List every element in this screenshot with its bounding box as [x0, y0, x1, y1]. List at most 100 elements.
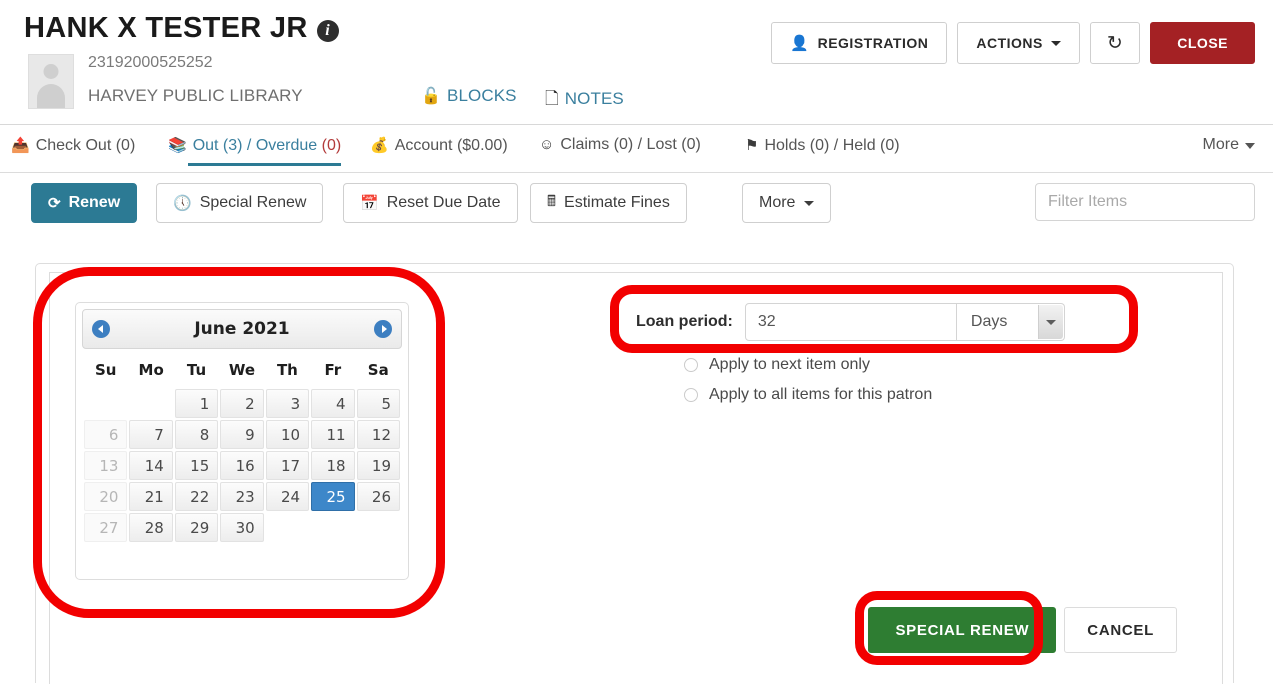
face-icon: ☺ [539, 136, 555, 153]
datepicker-day-selected[interactable]: 25 [311, 482, 355, 511]
datepicker-cell: 5 [356, 389, 400, 418]
tabbar-divider [0, 172, 1273, 173]
datepicker-day[interactable]: 28 [129, 513, 173, 542]
tab-bar: 📤 Check Out (0) 📚 Out (3) / Overdue (0) 💰 A… [0, 125, 1273, 173]
patron-library: HARVEY PUBLIC LIBRARY [88, 86, 303, 105]
tab-check-out-label: Check Out (0) [35, 137, 136, 154]
tab-out-overdue[interactable]: 📚 Out (3) / Overdue (0) [168, 136, 342, 166]
datepicker-day[interactable]: 23 [220, 482, 264, 511]
tab-more-label: More [1202, 136, 1239, 153]
tab-check-out[interactable]: 📤 Check Out (0) [11, 136, 135, 155]
datepicker-cell [357, 513, 400, 542]
datepicker-day[interactable]: 10 [265, 420, 310, 449]
check-out-icon: 📤 [11, 137, 30, 154]
datepicker-day[interactable]: 14 [129, 451, 173, 480]
datepicker-cell: 2 [220, 389, 264, 418]
datepicker-day[interactable]: 26 [356, 482, 400, 511]
money-icon: 💰 [370, 137, 389, 154]
blocks-link[interactable]: 🔓 BLOCKS [421, 86, 517, 106]
info-icon[interactable]: i [316, 20, 339, 42]
datepicker-cell: 25 [311, 482, 355, 511]
special-renew-submit-label: SPECIAL RENEW [895, 621, 1030, 639]
datepicker-cell: 15 [174, 451, 219, 480]
loan-period-input[interactable] [744, 303, 957, 341]
radio-apply-next-item[interactable]: Apply to next item only [684, 350, 932, 380]
radio-button[interactable] [684, 388, 698, 402]
datepicker-day[interactable]: 5 [356, 389, 400, 418]
datepicker-day-empty [311, 513, 354, 542]
datepicker-day[interactable]: 17 [265, 451, 310, 480]
datepicker-day[interactable]: 29 [174, 513, 219, 542]
renew-button[interactable]: ⟳ Renew [31, 183, 138, 223]
datepicker-day[interactable]: 24 [265, 482, 310, 511]
patron-name-text: HANK X TESTER JR [24, 12, 308, 44]
reset-due-date-button[interactable]: 📅 Reset Due Date [343, 183, 518, 223]
datepicker-cell: 9 [220, 420, 264, 449]
datepicker-day[interactable]: 19 [356, 451, 400, 480]
next-month-button[interactable] [374, 320, 392, 338]
tab-account[interactable]: 💰 Account ($0.00) [370, 136, 508, 155]
chevron-down-icon [1245, 143, 1255, 149]
cancel-button[interactable]: CANCEL [1064, 607, 1177, 653]
registration-button[interactable]: 👤 REGISTRATION [771, 22, 948, 64]
previous-month-button[interactable] [92, 320, 110, 338]
close-button[interactable]: CLOSE [1150, 22, 1255, 64]
chevron-down-icon [1050, 40, 1061, 46]
patron-header: HANK X TESTER JR i 23192000525252 HARVEY … [0, 0, 1273, 124]
refresh-button[interactable]: ↻ [1089, 22, 1141, 64]
datepicker-day-empty [84, 389, 127, 418]
radio-apply-all-items[interactable]: Apply to all items for this patron [684, 380, 932, 410]
person-icon: 👤 [790, 35, 810, 52]
datepicker-cell: 4 [311, 389, 355, 418]
datepicker-day[interactable]: 9 [220, 420, 264, 449]
datepicker-day[interactable]: 18 [311, 451, 355, 480]
datepicker-cell: 24 [265, 482, 310, 511]
loan-period-row: Loan period: Days [636, 303, 1065, 341]
datepicker-day[interactable]: 1 [174, 389, 219, 418]
datepicker-day[interactable]: 4 [311, 389, 355, 418]
actions-button[interactable]: ACTIONS [957, 22, 1080, 64]
estimate-fines-button[interactable]: 🖩 Estimate Fines [530, 183, 687, 223]
tab-holds-held-label: Holds (0) / Held (0) [764, 137, 900, 154]
tab-holds-held[interactable]: ⚑ Holds (0) / Held (0) [745, 136, 900, 155]
weekday-header: We [228, 361, 256, 379]
datepicker-day[interactable]: 16 [220, 451, 264, 480]
cancel-label: CANCEL [1087, 621, 1154, 639]
datepicker-week-row: 27 28 29 30 [84, 513, 400, 542]
datepicker-day[interactable]: 21 [129, 482, 173, 511]
weekday-header: Sa [367, 361, 389, 379]
datepicker-day[interactable]: 3 [265, 389, 310, 418]
datepicker-cell: 19 [356, 451, 400, 480]
special-renew-submit-button[interactable]: SPECIAL RENEW [868, 607, 1057, 653]
tab-claims-lost-label: Claims (0) / Lost (0) [560, 136, 701, 153]
radio-apply-next-item-label: Apply to next item only [709, 356, 870, 373]
radio-button[interactable] [684, 358, 698, 372]
datepicker-cell: 23 [220, 482, 264, 511]
tab-claims-lost[interactable]: ☺ Claims (0) / Lost (0) [539, 136, 701, 154]
loan-period-unit-select[interactable]: Days [956, 303, 1065, 341]
datepicker-day[interactable]: 11 [311, 420, 355, 449]
books-icon: 📚 [168, 137, 187, 154]
special-renew-button[interactable]: 🕔 Special Renew [156, 183, 324, 223]
toolbar-more-button[interactable]: More [742, 183, 832, 223]
datepicker-cell [84, 389, 127, 418]
datepicker-day[interactable]: 22 [174, 482, 219, 511]
datepicker-day[interactable]: 30 [220, 513, 264, 542]
datepicker-day[interactable]: 15 [174, 451, 219, 480]
datepicker-day[interactable]: 12 [356, 420, 400, 449]
tab-more[interactable]: More [1203, 136, 1255, 154]
datepicker-cell: 10 [265, 420, 310, 449]
datepicker-day[interactable]: 7 [129, 420, 173, 449]
weekday-header: Fr [324, 361, 342, 379]
due-date-datepicker[interactable]: June 2021 Su Mo Tu We Th Fr Sa 123456789… [75, 302, 409, 580]
notes-link[interactable]: 🗋 NOTES [545, 86, 624, 115]
datepicker-cell [266, 513, 309, 542]
datepicker-day[interactable]: 8 [174, 420, 219, 449]
filter-items-input[interactable] [1035, 183, 1255, 221]
datepicker-week-row: 20 21 22 23 24 25 26 [84, 482, 400, 511]
chevron-down-icon[interactable] [1037, 305, 1063, 339]
blocks-label: BLOCKS [447, 86, 517, 105]
datepicker-cell: 1 [174, 389, 219, 418]
datepicker-day[interactable]: 2 [220, 389, 264, 418]
refresh-icon: ↻ [1106, 32, 1124, 54]
